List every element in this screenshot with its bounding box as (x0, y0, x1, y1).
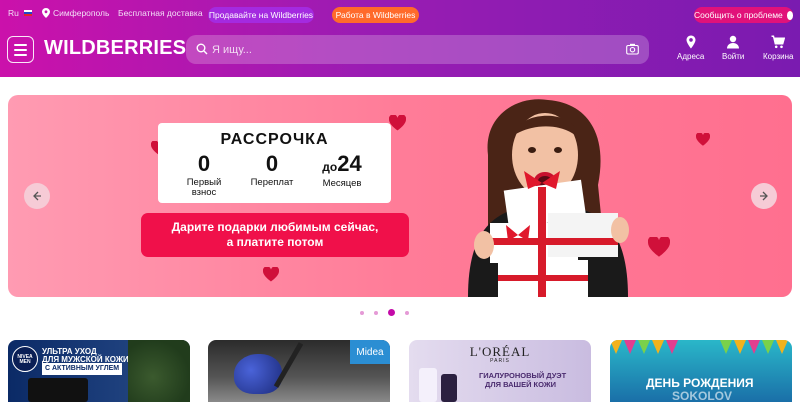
promo-card-loreal[interactable]: L'ORÉAL PARIS ГИАЛУРОНОВЫЙ ДУЭТ ДЛЯ ВАШЕ… (409, 340, 591, 402)
report-problem-button[interactable]: Сообщить о проблеме (694, 7, 793, 23)
work-at-wildberries-button[interactable]: Работа в Wildberries (332, 7, 419, 23)
hamburger-line (14, 53, 27, 56)
chat-icon (786, 10, 793, 20)
stat-value: 24 (337, 151, 362, 176)
heart-icon (696, 133, 710, 146)
heart-icon (389, 115, 406, 131)
stat-value: 0 (197, 151, 211, 176)
cart-icon (771, 35, 786, 49)
installment-title: РАССРОЧКА (220, 131, 329, 148)
banner-cta[interactable]: Дарите подарки любимым сейчас, а платите… (141, 213, 409, 257)
cta-line2: а платите потом (226, 235, 324, 249)
sell-button-label: Продавайте на Wildberries (208, 10, 314, 20)
carousel-dot[interactable] (405, 310, 409, 315)
logo[interactable]: WILDBERRIES (44, 37, 186, 60)
product-image (28, 378, 88, 402)
stat-label: Переплат (250, 177, 294, 188)
city-selector[interactable]: Симферополь (42, 8, 109, 18)
stat-value: 0 (265, 151, 279, 176)
location-pin-icon (686, 35, 696, 49)
carousel-dot[interactable] (374, 310, 378, 315)
nav-cart[interactable]: Корзина (763, 35, 793, 61)
arrow-left-icon (33, 191, 41, 201)
heart-icon (263, 267, 279, 282)
nav-login[interactable]: Войти (722, 35, 744, 61)
promo-card-midea[interactable]: Midea (208, 340, 390, 402)
stat-label-line2: взнос (191, 187, 217, 198)
arrow-right-icon (760, 191, 768, 201)
stat-months: до24 Месяцев (310, 153, 374, 189)
stat-overpayment: 0 Переплат (242, 153, 302, 188)
stat-label: Месяцев (322, 178, 362, 189)
promo-card-nivea[interactable]: NIVEA MEN УЛЬТРА УХОД ДЛЯ МУЖСКОЙ КОЖИ С… (8, 340, 190, 402)
promo-banner[interactable]: РАССРОЧКА 0 Первый взнос 0 Переплат до24… (8, 95, 792, 297)
sell-on-wildberries-button[interactable]: Продавайте на Wildberries (208, 7, 314, 23)
carousel-dots (360, 309, 409, 316)
top-bar: Ru Симферополь Бесплатная доставка Прода… (0, 0, 800, 30)
carousel-next-button[interactable] (751, 183, 777, 209)
language-selector[interactable]: Ru (8, 8, 32, 18)
nivea-logo: NIVEA MEN (12, 346, 38, 372)
brand-name: Midea (356, 346, 384, 358)
installment-card: РАССРОЧКА 0 Первый взнос 0 Переплат до24… (158, 123, 391, 203)
work-button-label: Работа в Wildberries (335, 10, 416, 20)
language-label: Ru (8, 8, 19, 18)
stat-prefix: до (322, 160, 338, 174)
leaf-image (128, 340, 190, 402)
nav-cart-label: Корзина (763, 52, 794, 61)
promo-line3: С АКТИВНЫМ УГЛЕМ (42, 363, 123, 375)
brand-name: NIVEA MEN (17, 354, 33, 365)
carousel-dot[interactable] (360, 310, 364, 315)
header: Ru Симферополь Бесплатная доставка Прода… (0, 0, 800, 77)
woman-with-gifts-image (468, 99, 629, 297)
russia-flag-icon (23, 10, 32, 16)
serum-bottle-image (441, 374, 457, 402)
search-input[interactable] (212, 35, 612, 64)
loreal-sub: PARIS (490, 358, 510, 364)
nav-addresses-label: Адреса (677, 52, 705, 61)
vacuum-cleaner-image (234, 354, 282, 394)
free-delivery-link[interactable]: Бесплатная доставка (118, 8, 203, 18)
search-bar (186, 35, 649, 64)
search-icon[interactable] (196, 43, 208, 55)
serum-bottle-image (419, 368, 437, 402)
hamburger-line (14, 43, 27, 46)
camera-icon[interactable] (626, 43, 639, 55)
city-label: Симферополь (53, 8, 110, 18)
nav-addresses[interactable]: Адреса (677, 35, 704, 61)
promo-card-sokolov[interactable]: ДЕНЬ РОЖДЕНИЯ SOKOLOV (610, 340, 792, 402)
stat-first-payment: 0 Первый взнос (178, 153, 230, 198)
carousel-prev-button[interactable] (24, 183, 50, 209)
free-delivery-label: Бесплатная доставка (118, 8, 203, 18)
user-icon (727, 35, 740, 49)
heart-icon (648, 237, 670, 257)
hamburger-line (14, 48, 27, 51)
garland-decoration (610, 340, 788, 354)
carousel-dot-active[interactable] (388, 309, 395, 316)
nav-login-label: Войти (722, 52, 745, 61)
location-pin-icon (42, 8, 50, 18)
cta-line1: Дарите подарки любимым сейчас, (171, 220, 379, 234)
promo-line2: SOKOLOV (672, 389, 733, 402)
report-button-label: Сообщить о проблеме (694, 10, 783, 20)
promo-line2: ДЛЯ ВАШЕЙ КОЖИ (485, 380, 557, 389)
midea-logo: Midea (350, 340, 390, 364)
menu-button[interactable] (7, 36, 34, 63)
